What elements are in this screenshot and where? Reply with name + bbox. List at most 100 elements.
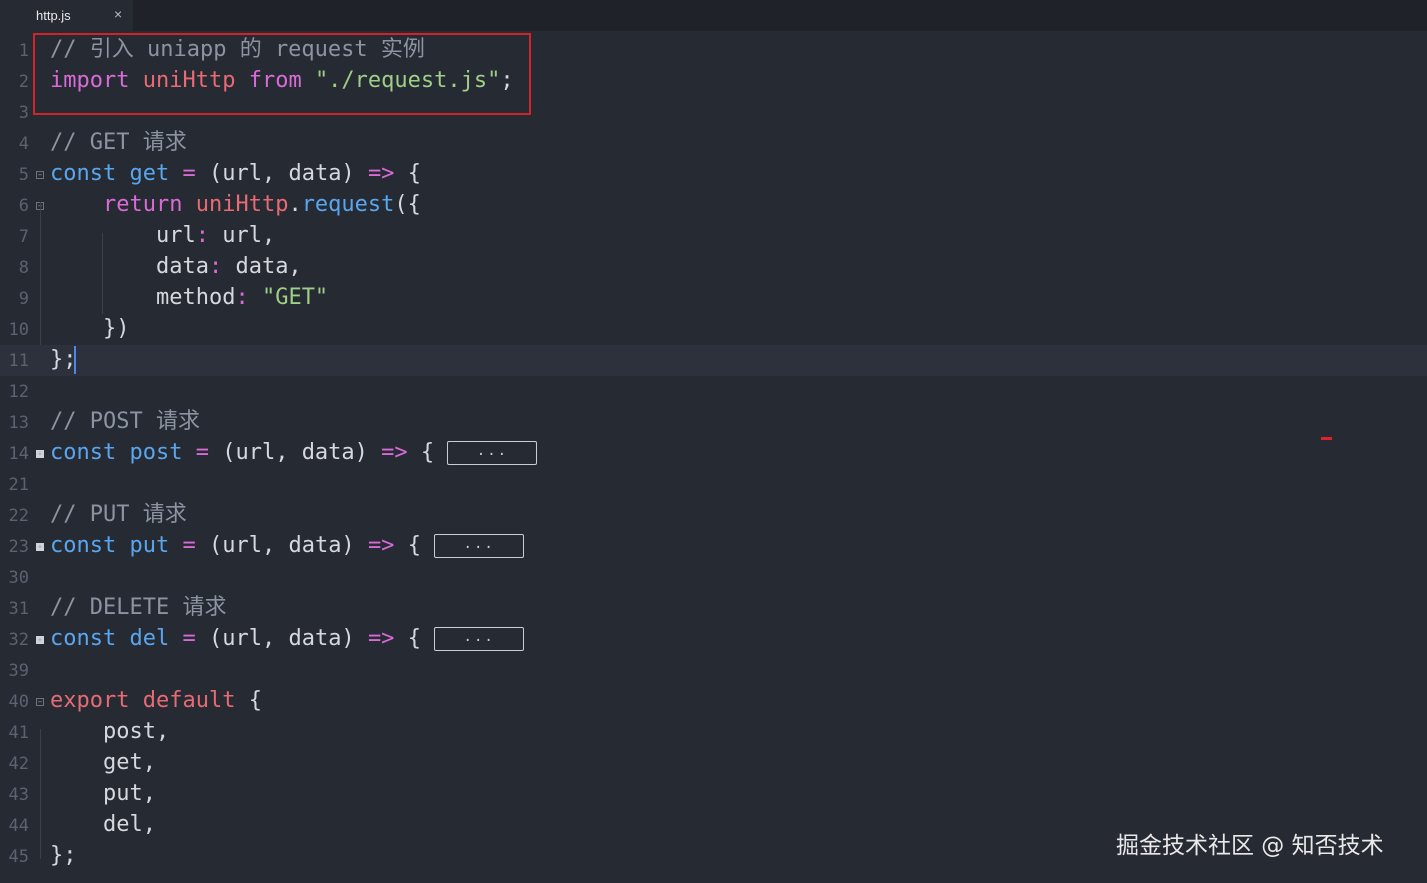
brace: { (407, 626, 421, 651)
arrow: => (367, 161, 395, 186)
line-number: 45 (8, 847, 29, 867)
line-number: 13 (8, 413, 29, 433)
code-line: 10 }) (0, 314, 1427, 345)
indent-guide (40, 729, 41, 859)
code-line: 1 // 引入 uniapp 的 request 实例 (0, 35, 1427, 66)
fold-toggle-icon[interactable]: + (36, 636, 44, 644)
colon: : (208, 254, 223, 279)
line-number: 3 (18, 103, 29, 123)
line-code: data: data, (50, 254, 302, 280)
method: request (301, 192, 395, 217)
export-item: get, (102, 750, 156, 775)
fold-toggle-icon[interactable]: + (36, 450, 44, 458)
punctuation: }) (102, 316, 130, 341)
fold-toggle-icon[interactable]: − (36, 171, 44, 179)
comment: // PUT 请求 (50, 502, 187, 527)
line-number: 2 (18, 72, 29, 92)
identifier: put (129, 533, 170, 558)
line-code: get, (50, 750, 156, 776)
export-item: put, (102, 781, 156, 806)
params: (url, data) (208, 161, 355, 186)
current-line: 11 }; (0, 345, 1427, 376)
brace: { (420, 440, 435, 465)
comment: // 引入 uniapp 的 request 实例 (50, 37, 425, 62)
line-code: import uniHttp from "./request.js"; (50, 68, 514, 94)
code-line: 42 get, (0, 748, 1427, 779)
string: "./request.js" (314, 68, 501, 93)
code-line: 40 − export default { (0, 686, 1427, 717)
value: data, (235, 254, 302, 279)
line-number: 5 (18, 165, 29, 185)
operator: = (195, 440, 209, 465)
operator: = (182, 161, 196, 186)
value: url, (222, 223, 276, 248)
line-code: // PUT 请求 (50, 502, 187, 528)
arrow: => (381, 440, 408, 465)
code-line: 8 data: data, (0, 252, 1427, 283)
tab-label: http.js (36, 8, 71, 23)
tab-bar: http.js × (0, 0, 1427, 31)
comment: // DELETE 请求 (50, 595, 227, 620)
folded-code-button[interactable]: ... (434, 627, 525, 651)
brace: { (407, 533, 421, 558)
line-number: 30 (8, 568, 29, 588)
punctuation: }; (50, 843, 77, 868)
brace: { (407, 161, 421, 186)
line-number: 7 (18, 227, 29, 247)
keyword: return (102, 192, 183, 217)
fold-toggle-icon[interactable]: − (36, 698, 44, 706)
property: method (155, 285, 236, 310)
code-line: 22 // PUT 请求 (0, 500, 1427, 531)
code-line: 4 // GET 请求 (0, 128, 1427, 159)
arrow: => (367, 533, 395, 558)
code-line: 32 + const del = (url, data) => { ... (0, 624, 1427, 655)
line-code: put, (50, 781, 156, 807)
code-line: 23 + const put = (url, data) => { ... (0, 531, 1427, 562)
line-code: const get = (url, data) => { (50, 161, 421, 187)
comment: // GET 请求 (50, 130, 187, 155)
keyword: const (50, 440, 117, 465)
fold-toggle-icon[interactable]: + (36, 543, 44, 551)
keyword: export (50, 688, 130, 713)
line-number: 12 (8, 382, 29, 402)
code-line: 43 put, (0, 779, 1427, 810)
code-line: 5 − const get = (url, data) => { (0, 159, 1427, 190)
arrow: => (367, 626, 395, 651)
line-number: 8 (18, 258, 29, 278)
line-number: 14 (8, 444, 29, 464)
line-number: 9 (18, 289, 29, 309)
colon: : (235, 285, 249, 310)
line-code: // POST 请求 (50, 409, 200, 435)
folded-code-button[interactable]: ... (447, 441, 538, 465)
close-icon[interactable]: × (114, 6, 122, 22)
line-number: 22 (8, 506, 29, 526)
punctuation: }; (50, 347, 77, 372)
params: (url, data) (208, 626, 355, 651)
tab-http-js[interactable]: http.js × (0, 0, 133, 31)
identifier: get (129, 161, 170, 186)
line-code: }; (50, 347, 77, 373)
code-line: 39 (0, 655, 1427, 686)
code-line: 6 − return uniHttp.request({ (0, 190, 1427, 221)
line-number: 41 (8, 723, 29, 743)
property: data (155, 254, 209, 279)
colon: : (195, 223, 209, 248)
code-line: 9 method: "GET" (0, 283, 1427, 314)
folded-code-button[interactable]: ... (434, 534, 525, 558)
string: "GET" (261, 285, 329, 310)
text-cursor (74, 346, 76, 374)
code-line: 41 post, (0, 717, 1427, 748)
line-code: // DELETE 请求 (50, 595, 226, 621)
punctuation: ({ (394, 192, 421, 217)
watermark: 掘金技术社区 @ 知否技术 (1116, 833, 1384, 859)
line-code: return uniHttp.request({ (50, 192, 421, 218)
identifier: del (129, 626, 170, 651)
line-number: 11 (8, 351, 29, 371)
params: (url, data) (222, 440, 368, 465)
code-line: 31 // DELETE 请求 (0, 593, 1427, 624)
code-editor[interactable]: 1 // 引入 uniapp 的 request 实例 2 import uni… (0, 31, 1427, 883)
code-line: 13 // POST 请求 (0, 407, 1427, 438)
line-code: method: "GET" (50, 285, 328, 311)
code-line: 3 (0, 97, 1427, 128)
params: (url, data) (208, 533, 355, 558)
